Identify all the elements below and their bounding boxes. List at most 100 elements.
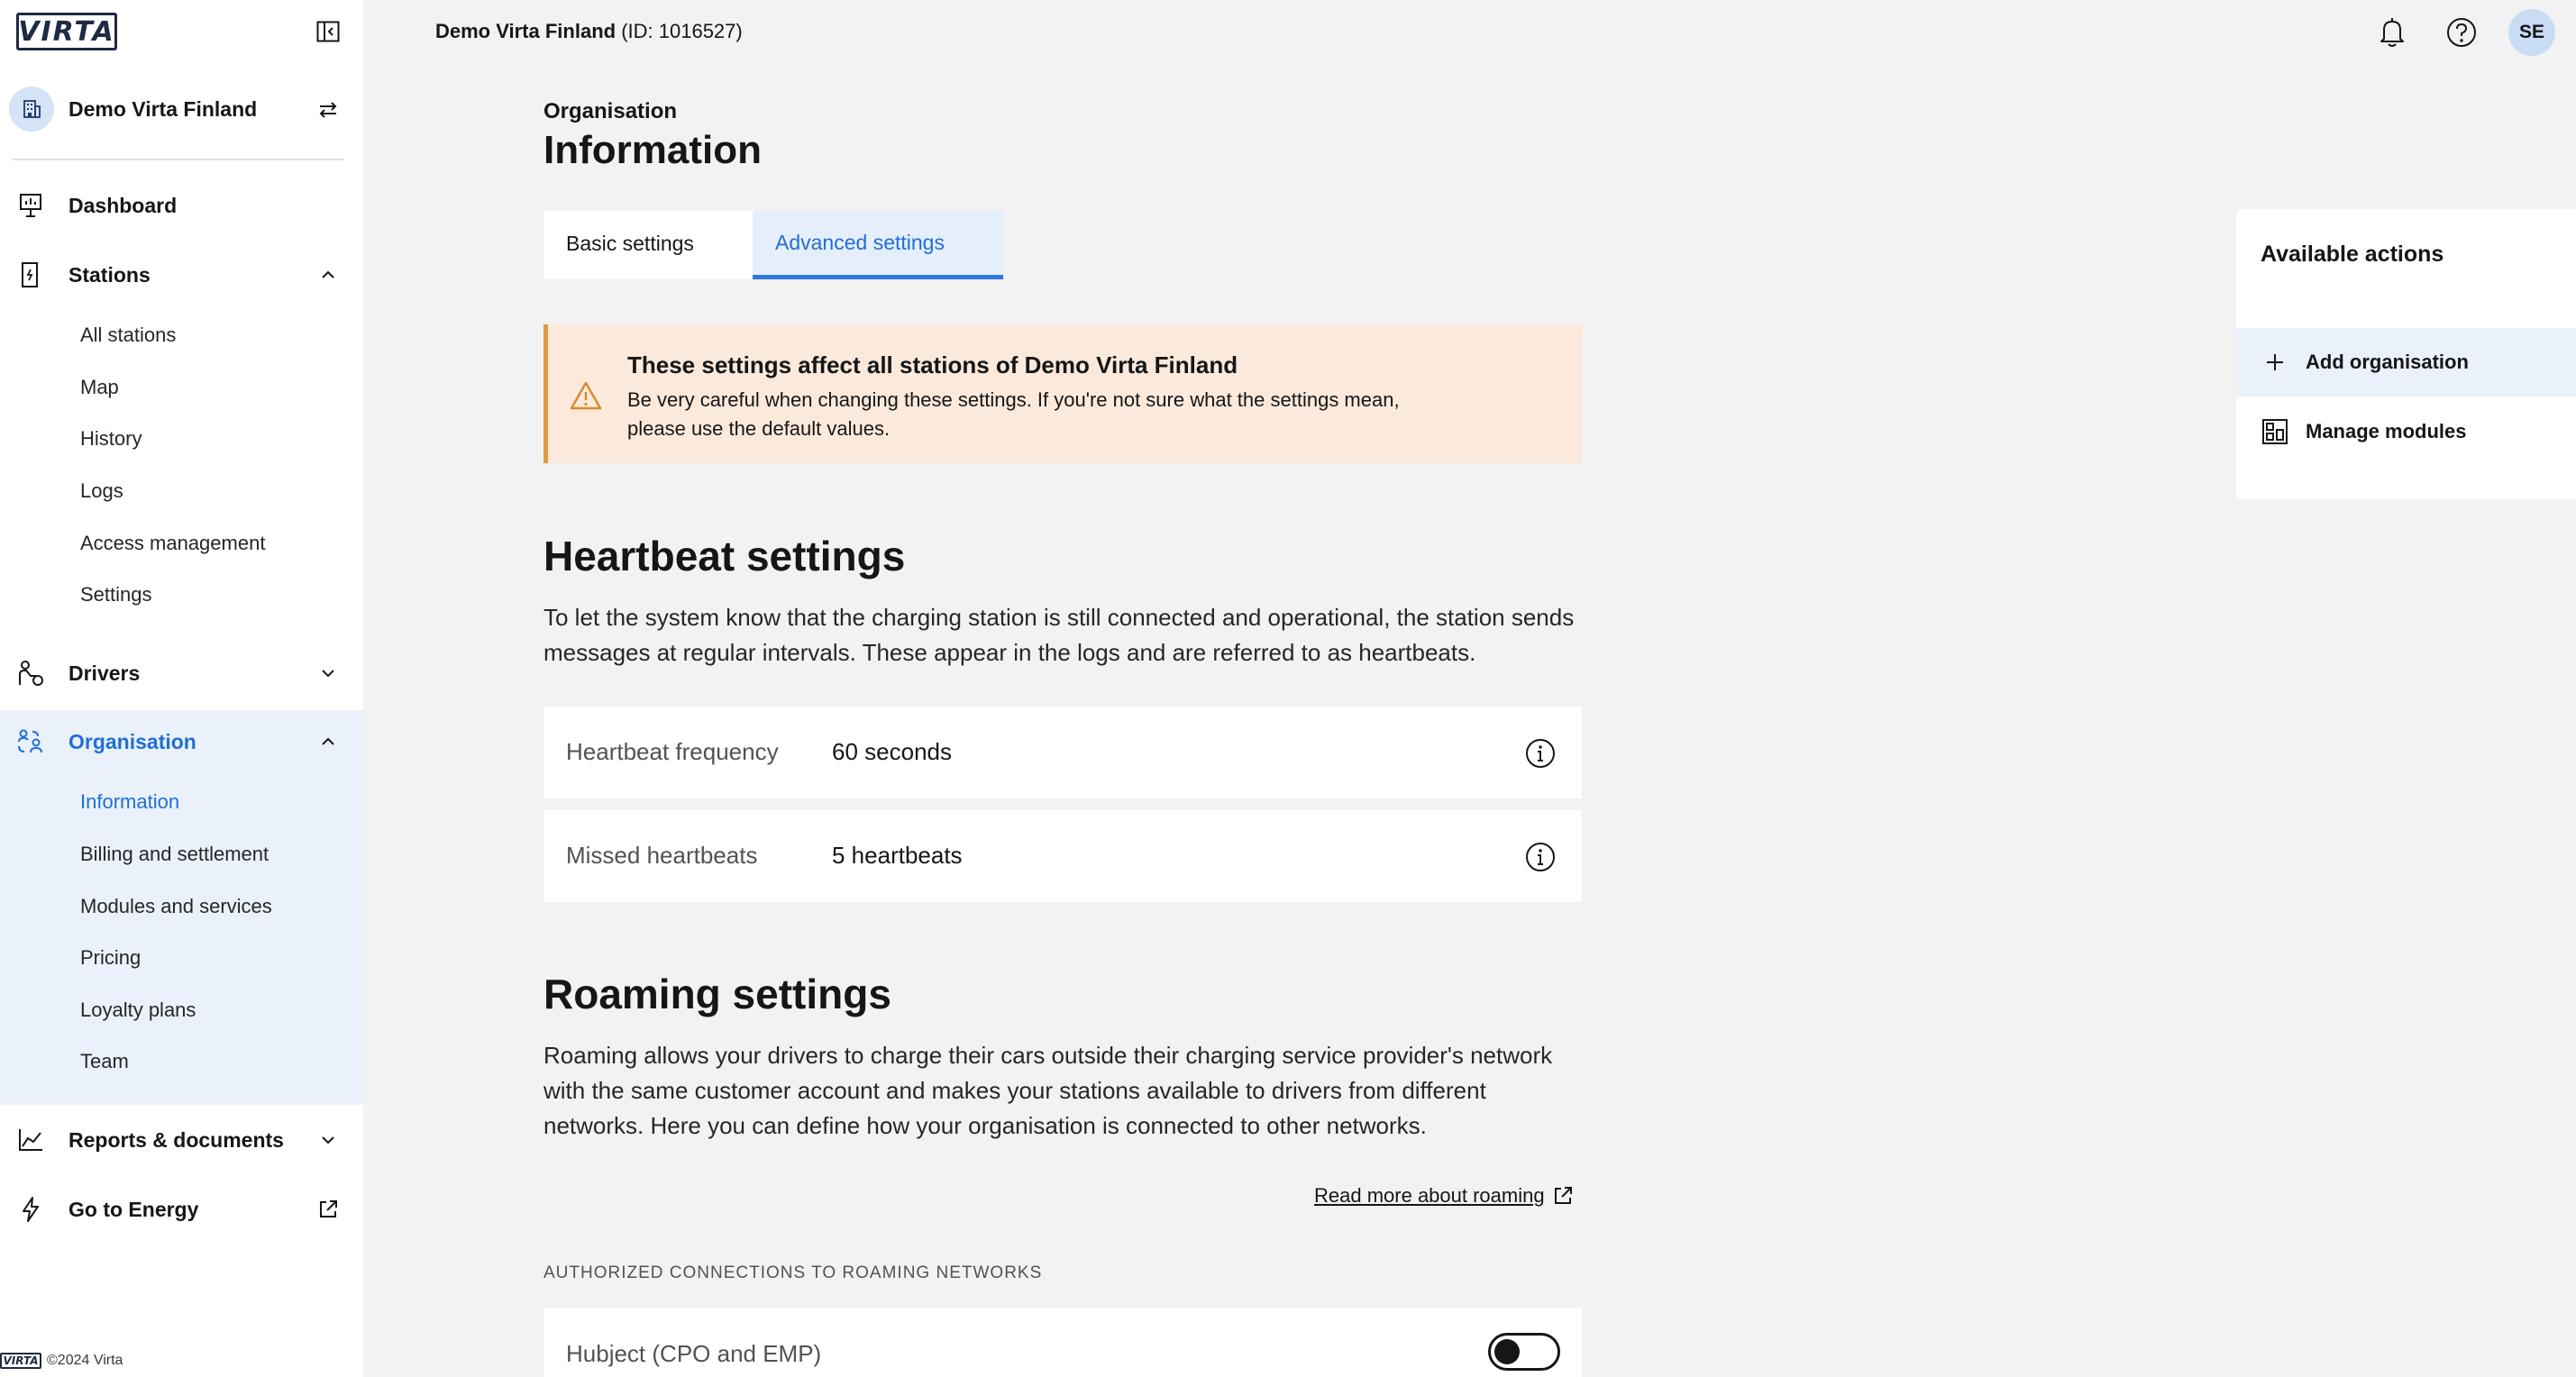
roaming-description: Roaming allows your drivers to charge th… (544, 1042, 1553, 1139)
charging-station-icon (16, 260, 45, 289)
roaming-connection-row: Hubject (CPO and EMP) (544, 1308, 1582, 1377)
warning-notification: These settings affect all stations of De… (544, 324, 1582, 463)
sidebar-item-label: Stations (69, 262, 151, 287)
warning-triangle-icon (570, 380, 602, 411)
virta-logo[interactable]: VIRTA (16, 13, 117, 50)
toggle-knob (1494, 1339, 1520, 1364)
driver-icon (16, 659, 45, 688)
sidebar-subitem-label: All stations (80, 324, 177, 346)
sidebar-subitem-information[interactable]: Information (0, 779, 363, 825)
warning-title: These settings affect all stations of De… (627, 351, 1238, 378)
tab-advanced-settings[interactable]: Advanced settings (753, 211, 1003, 279)
actions-title: Available actions (2261, 242, 2444, 267)
sidebar-item-label: Go to Energy (69, 1197, 199, 1221)
sidebar-item-label: Reports & documents (69, 1127, 284, 1152)
available-actions-panel: Available actions Add organisation Manag… (2236, 209, 2576, 499)
sidebar-subitem-label: Loyalty plans (80, 999, 196, 1021)
warning-text: Be very careful when changing these sett… (627, 388, 1400, 440)
sidebar-subitem-label: History (80, 427, 142, 450)
external-link-icon (1552, 1185, 1574, 1207)
bell-icon[interactable] (2374, 14, 2410, 50)
sidebar-subitem-access-management[interactable]: Access management (0, 520, 363, 567)
virta-mini-logo: VIRTA (0, 1353, 41, 1369)
roaming-connections-label: AUTHORIZED CONNECTIONS TO ROAMING NETWOR… (544, 1263, 1043, 1282)
action-label: Add organisation (2306, 351, 2469, 373)
sidebar-item-reports[interactable]: Reports & documents (0, 1111, 363, 1169)
setting-value: 60 seconds (832, 738, 952, 765)
read-more-roaming-link[interactable]: Read more about roaming (1314, 1184, 1574, 1208)
chevron-up-icon (317, 264, 339, 286)
sidebar-subitem-history[interactable]: History (0, 415, 363, 462)
read-more-label: Read more about roaming (1314, 1184, 1545, 1207)
sidebar-subitem-label: Pricing (80, 946, 142, 969)
settings-tabs: Basic settings Advanced settings (544, 211, 1003, 279)
help-icon[interactable] (2444, 14, 2480, 50)
info-icon[interactable] (1524, 841, 1557, 873)
sidebar-subitem-logs[interactable]: Logs (0, 468, 363, 515)
sidebar-item-stations[interactable]: Stations (0, 246, 363, 304)
heartbeat-description: To let the system know that the charging… (544, 604, 1575, 666)
sidebar-item-dashboard[interactable]: Dashboard (0, 177, 363, 234)
dashboard-icon (16, 191, 45, 220)
sidebar-subitem-label: Settings (80, 583, 152, 606)
sidebar-subitem-label: Information (80, 790, 180, 813)
sidebar-subitem-team[interactable]: Team (0, 1038, 363, 1085)
sidebar-subitem-label: Team (80, 1050, 129, 1072)
topbar-organisation: Demo Virta Finland (ID: 1016527) (435, 20, 743, 43)
external-link-icon (317, 1199, 339, 1220)
sidebar-item-label: Organisation (69, 729, 196, 753)
info-icon[interactable] (1524, 737, 1557, 770)
chevron-down-icon (317, 662, 339, 684)
sidebar-subitem-modules[interactable]: Modules and services (0, 883, 363, 930)
sidebar-subitem-label: Modules and services (80, 895, 272, 917)
sidebar-subitem-label: Logs (80, 479, 123, 502)
plus-icon (2261, 348, 2289, 377)
user-avatar[interactable]: SE (2508, 9, 2555, 56)
heartbeat-heading: Heartbeat settings (544, 533, 906, 579)
sidebar-item-organisation[interactable]: Organisation (0, 713, 363, 771)
line-chart-icon (16, 1126, 45, 1154)
sidebar-item-drivers[interactable]: Drivers (0, 644, 363, 702)
manage-modules-button[interactable]: Manage modules (2236, 397, 2576, 466)
switch-arrows-icon[interactable] (315, 97, 341, 123)
roaming-heading: Roaming settings (544, 971, 891, 1017)
sidebar-item-label: Drivers (69, 661, 141, 685)
chevron-up-icon (317, 731, 339, 752)
sidebar-subitem-all-stations[interactable]: All stations (0, 312, 363, 359)
building-icon (9, 87, 54, 132)
topbar-org-id: (ID: 1016527) (621, 20, 743, 42)
lightning-icon (16, 1195, 45, 1224)
setting-value: 5 heartbeats (832, 842, 963, 869)
organisation-icon (16, 727, 45, 756)
sidebar-subitem-label: Access management (80, 532, 266, 554)
sidebar-subitem-pricing[interactable]: Pricing (0, 935, 363, 981)
connection-label: Hubject (CPO and EMP) (566, 1340, 822, 1367)
sidebar-subitem-loyalty-plans[interactable]: Loyalty plans (0, 987, 363, 1034)
hubject-toggle[interactable] (1488, 1333, 1560, 1371)
setting-label: Heartbeat frequency (566, 738, 779, 765)
topbar-org-name: Demo Virta Finland (435, 20, 617, 42)
heartbeat-frequency-row: Heartbeat frequency 60 seconds (544, 707, 1582, 798)
missed-heartbeats-row: Missed heartbeats 5 heartbeats (544, 810, 1582, 902)
sidebar-subitem-settings[interactable]: Settings (0, 571, 363, 618)
chevron-down-icon (317, 1129, 339, 1151)
collapse-sidebar-icon[interactable] (315, 20, 341, 43)
tab-basic-settings[interactable]: Basic settings (544, 211, 753, 279)
sidebar-subitem-billing[interactable]: Billing and settlement (0, 831, 363, 878)
page-title: Information (544, 128, 762, 172)
sidebar: VIRTA Demo Virta Finland Dashboard Stati… (0, 0, 363, 1377)
sidebar-divider (13, 159, 344, 160)
sidebar-footer: VIRTA ©2024 Virta (0, 1350, 123, 1372)
sidebar-subitem-label: Billing and settlement (80, 843, 269, 865)
sidebar-item-label: Dashboard (69, 193, 178, 217)
add-organisation-button[interactable]: Add organisation (2236, 328, 2576, 397)
sidebar-subitem-label: Map (80, 376, 119, 398)
organisation-switcher[interactable]: Demo Virta Finland (0, 85, 363, 135)
copyright-text: ©2024 Virta (47, 1353, 123, 1368)
breadcrumb[interactable]: Organisation (544, 99, 677, 124)
modules-icon (2261, 417, 2289, 446)
organisation-name: Demo Virta Finland (69, 97, 258, 121)
sidebar-subitem-map[interactable]: Map (0, 364, 363, 411)
sidebar-item-go-to-energy[interactable]: Go to Energy (0, 1181, 363, 1238)
setting-label: Missed heartbeats (566, 842, 758, 869)
